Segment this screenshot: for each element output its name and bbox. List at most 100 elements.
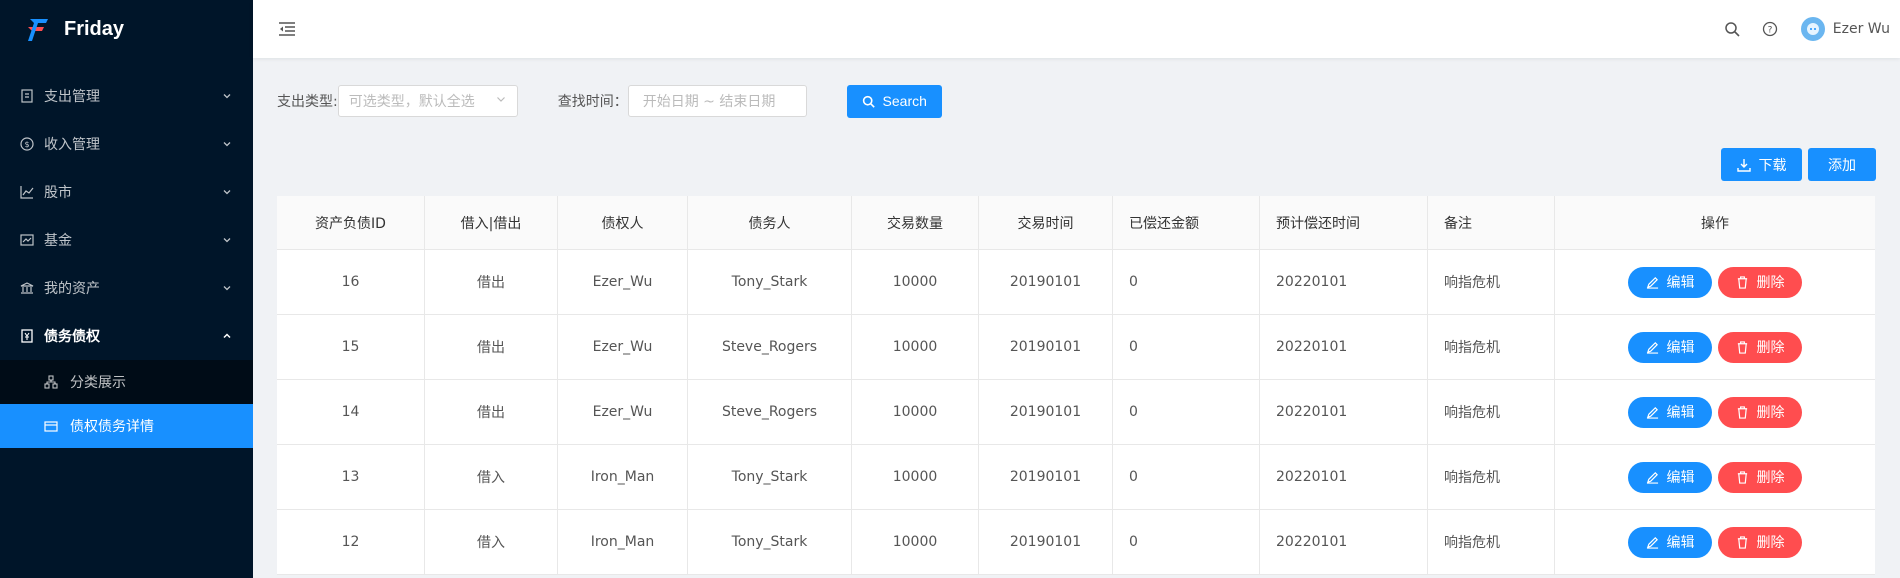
type-select[interactable]: 可选类型，默认全选 (337, 85, 518, 117)
delete-button[interactable]: 删除 (1718, 526, 1802, 558)
sidebar-subitem-label: 债权债务详情 (70, 419, 154, 435)
table-row: 12 借入 Iron_Man Tony_Stark 10000 20190101… (277, 510, 1875, 575)
cell-date: 20190101 (979, 445, 1113, 509)
cell-creditor: Iron_Man (558, 510, 688, 574)
sidebar-item-label: 收入管理 (44, 137, 100, 153)
cell-due-date: 20220101 (1260, 380, 1428, 444)
edit-button-label: 编辑 (1666, 470, 1695, 486)
cell-debtor: Tony_Stark (688, 445, 852, 509)
sidebar-subitem-category[interactable]: 分类展示 (0, 360, 253, 404)
sidebar-item-fund[interactable]: 基金 (0, 216, 253, 264)
delete-button[interactable]: 删除 (1718, 331, 1802, 363)
sidebar-item-label: 我的资产 (44, 281, 100, 297)
column-header[interactable]: 借入|借出 (425, 196, 558, 249)
column-header[interactable]: 已偿还金额 (1113, 196, 1260, 249)
sidebar-subitem-debt-detail[interactable]: 债权债务详情 (0, 404, 253, 448)
cell-repaid: 0 (1113, 250, 1260, 314)
cell-repaid: 0 (1113, 380, 1260, 444)
logo[interactable]: Friday (0, 0, 253, 58)
search-icon[interactable] (1724, 21, 1740, 37)
type-label: 支出类型: (277, 94, 338, 110)
download-button[interactable]: 下载 (1721, 148, 1802, 181)
debt-table: 资产负债ID 借入|借出 债权人 债务人 交易数量 交易时间 已偿还金额 预计偿… (277, 196, 1875, 575)
document-icon (20, 329, 34, 343)
sidebar-item-expense[interactable]: 支出管理 (0, 72, 253, 120)
sidebar-subitem-label: 分类展示 (70, 375, 126, 391)
username[interactable]: Ezer Wu (1833, 21, 1890, 37)
cell-direction: 借出 (425, 315, 558, 379)
cell-direction: 借出 (425, 250, 558, 314)
delete-button-label: 删除 (1756, 340, 1785, 356)
sidebar-item-debt[interactable]: 债务债权 (0, 312, 253, 360)
cell-repaid: 0 (1113, 510, 1260, 574)
cell-note: 响指危机 (1428, 445, 1555, 509)
column-header[interactable]: 预计偿还时间 (1260, 196, 1428, 249)
table-row: 13 借入 Iron_Man Tony_Stark 10000 20190101… (277, 445, 1875, 510)
edit-button[interactable]: 编辑 (1628, 526, 1712, 558)
column-header[interactable]: 资产负债ID (277, 196, 425, 249)
column-header[interactable]: 备注 (1428, 196, 1555, 249)
svg-text:$: $ (24, 140, 29, 149)
cell-direction: 借入 (425, 510, 558, 574)
cell-direction: 借入 (425, 445, 558, 509)
edit-button-label: 编辑 (1666, 535, 1695, 551)
delete-button-label: 删除 (1756, 535, 1785, 551)
sidebar-item-stock[interactable]: 股市 (0, 168, 253, 216)
sidebar-item-assets[interactable]: 我的资产 (0, 264, 253, 312)
table-row: 16 借出 Ezer_Wu Tony_Stark 10000 20190101 … (277, 250, 1875, 315)
column-header[interactable]: 交易时间 (979, 196, 1113, 249)
edit-button[interactable]: 编辑 (1628, 461, 1712, 493)
search-icon (862, 95, 875, 108)
column-header[interactable]: 交易数量 (852, 196, 979, 249)
chevron-down-icon (221, 138, 233, 150)
cell-actions: 编辑 删除 (1555, 380, 1875, 444)
cell-due-date: 20220101 (1260, 250, 1428, 314)
delete-button[interactable]: 删除 (1718, 396, 1802, 428)
edit-icon (1646, 276, 1658, 289)
table-header-row: 资产负债ID 借入|借出 债权人 债务人 交易数量 交易时间 已偿还金额 预计偿… (277, 196, 1875, 250)
edit-button[interactable]: 编辑 (1628, 331, 1712, 363)
add-button[interactable]: 添加 (1808, 148, 1876, 181)
delete-button-label: 删除 (1756, 275, 1785, 291)
edit-button[interactable]: 编辑 (1628, 266, 1712, 298)
column-header[interactable]: 债权人 (558, 196, 688, 249)
trash-icon (1737, 470, 1747, 484)
delete-button[interactable]: 删除 (1718, 461, 1802, 493)
delete-button[interactable]: 删除 (1718, 266, 1802, 298)
cell-debtor: Steve_Rogers (688, 315, 852, 379)
sidebar-item-label: 基金 (44, 233, 72, 249)
delete-button-label: 删除 (1756, 470, 1785, 486)
column-header[interactable]: 债务人 (688, 196, 852, 249)
date-range-picker[interactable]: 开始日期 ~ 结束日期 (627, 85, 807, 117)
cell-debtor: Tony_Stark (688, 250, 852, 314)
sidebar-item-label: 支出管理 (44, 89, 100, 105)
edit-button-label: 编辑 (1666, 405, 1695, 421)
cell-actions: 编辑 删除 (1555, 510, 1875, 574)
cell-note: 响指危机 (1428, 250, 1555, 314)
cell-due-date: 20220101 (1260, 510, 1428, 574)
sidebar-item-income[interactable]: $ 收入管理 (0, 120, 253, 168)
cell-actions: 编辑 删除 (1555, 315, 1875, 379)
chevron-down-icon (221, 186, 233, 198)
edit-button[interactable]: 编辑 (1628, 396, 1712, 428)
cell-amount: 10000 (852, 380, 979, 444)
logo-mark-icon (28, 19, 48, 41)
edit-icon (1646, 471, 1658, 484)
cell-id: 13 (277, 445, 425, 509)
search-button[interactable]: Search (846, 84, 942, 118)
edit-icon (1646, 536, 1658, 549)
cell-note: 响指危机 (1428, 315, 1555, 379)
help-icon[interactable]: ? (1762, 21, 1778, 37)
fund-chart-icon (20, 233, 34, 247)
avatar[interactable] (1800, 17, 1825, 41)
download-button-label: 下载 (1758, 156, 1787, 173)
sidebar-item-label: 债务债权 (44, 329, 100, 345)
cell-debtor: Tony_Stark (688, 510, 852, 574)
menu-fold-icon[interactable] (277, 19, 297, 39)
cell-creditor: Ezer_Wu (558, 380, 688, 444)
type-select-placeholder: 可选类型，默认全选 (348, 94, 475, 110)
trash-icon (1737, 535, 1747, 549)
cell-repaid: 0 (1113, 445, 1260, 509)
cell-debtor: Steve_Rogers (688, 380, 852, 444)
filter-bar: 支出类型: 可选类型，默认全选 查找时间： 开始日期 ~ 结束日期 Search (277, 84, 942, 118)
